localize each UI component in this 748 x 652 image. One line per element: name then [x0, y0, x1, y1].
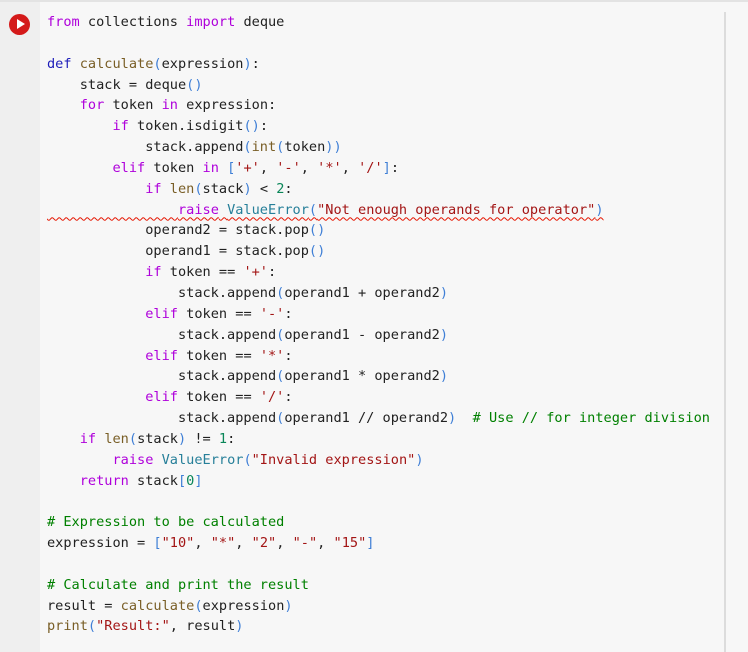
code-line: if token.isdigit(): [112, 118, 268, 135]
code-line: elif token == '*': [145, 347, 293, 364]
code-line: operand1 = stack.pop() [47, 243, 326, 260]
code-line: stack.append(operand1 * operand2) [47, 368, 449, 385]
code-line: print("Result:", result) [47, 618, 244, 635]
error-squiggle: raise ValueError("Not enough operands fo… [177, 201, 604, 218]
code-line: result = calculate(expression) [47, 597, 293, 614]
code-line: from collections import deque [47, 14, 285, 30]
code-line: return stack[0] [79, 472, 203, 489]
code-comment-line: # Expression to be calculated [47, 514, 285, 531]
code-line: raise ValueError("Not enough operands fo… [47, 200, 710, 221]
code-editor-content[interactable]: from collections import deque def calcul… [47, 12, 710, 637]
code-line: expression = ["10", "*", "2", "-", "15"] [47, 535, 375, 552]
code-line: if token == '+': [145, 264, 277, 281]
code-line: stack.append(int(token)) [47, 139, 342, 156]
code-line: operand2 = stack.pop() [47, 222, 326, 239]
code-comment-line: # Calculate and print the result [47, 576, 309, 593]
code-line: elif token in ['+', '-', '*', '/']: [112, 159, 400, 176]
cell-gutter [0, 2, 40, 652]
code-line: if len(stack) != 1: [79, 430, 236, 447]
code-line: if len(stack) < 2: [145, 180, 293, 197]
run-cell-button[interactable] [9, 14, 30, 35]
code-line: raise ValueError("Invalid expression") [112, 451, 424, 468]
code-line: stack.append(operand1 - operand2) [47, 326, 449, 343]
code-line: stack.append(operand1 + operand2) [47, 284, 449, 301]
code-line: elif token == '/': [145, 389, 293, 406]
code-line: for token in expression: [79, 97, 277, 114]
code-line: elif token == '-': [145, 305, 293, 322]
code-line: stack.append(operand1 // operand2) # Use… [47, 410, 710, 427]
code-line: stack = deque() [47, 76, 203, 93]
editor-vertical-ruler [724, 12, 726, 652]
code-line: def calculate(expression): [47, 55, 260, 72]
